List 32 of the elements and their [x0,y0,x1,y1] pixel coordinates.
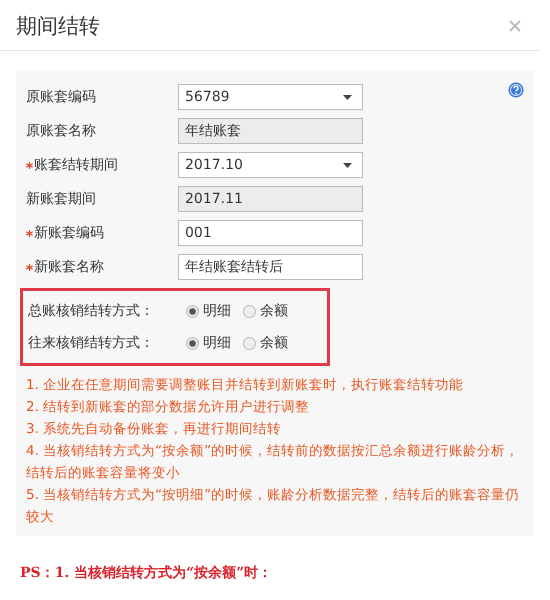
radio-label: 明细 [203,302,231,320]
ps-note: PS：1. 当核销结转方式为“按余额”时： [20,564,274,582]
note-text: 3. 系统先自动备份账套，再进行期间结转 [26,420,282,439]
caret-icon [343,162,352,168]
input-field[interactable]: 年结账套结转后 [178,254,363,280]
radio-label: 明细 [203,334,231,352]
radio-group-label: 总账核销结转方式： [28,302,155,320]
radio-button[interactable] [243,304,256,318]
note-text: 2. 结转到新账套的部分数据允许用户进行调整 [26,398,310,417]
readonly-field: 2017.11 [178,186,363,212]
radio-button[interactable] [186,304,199,318]
field-label: 新账套期间 [26,190,96,208]
field-label: 原账套编码 [26,88,96,106]
note-text: 1. 企业在任意期间需要调整账目并结转到新账套时，执行账套结转功能 [26,376,464,395]
radio-label: 余额 [260,334,288,352]
caret-icon [343,94,352,100]
radio-group-label: 往来核销结转方式： [28,334,155,352]
radio-button[interactable] [243,336,256,350]
dropdown-field[interactable]: 2017.10 [178,152,363,178]
note-text: 5. 当核销结转方式为“按明细”的时候，账龄分析数据完整，结转后的账套容量仍较大 [26,486,520,527]
radio-button[interactable] [186,336,199,350]
note-text: 4. 当核销结转方式为“按余额”的时候，结转前的数据按汇总余额进行账龄分析，结转后的账套容量将变小 [26,442,520,483]
field-label: 新账套编码 [34,224,104,242]
field-label: 原账套名称 [26,122,96,140]
help-icon[interactable] [508,82,524,98]
field-label: 账套结转期间 [34,156,118,174]
field-label: 新账套名称 [34,258,104,276]
readonly-field: 年结账套 [178,118,363,144]
radio-label: 余额 [260,302,288,320]
dropdown-field[interactable]: 56789 [178,84,363,110]
dialog-title: 期间结转 [16,13,100,40]
input-field[interactable]: 001 [178,220,363,246]
